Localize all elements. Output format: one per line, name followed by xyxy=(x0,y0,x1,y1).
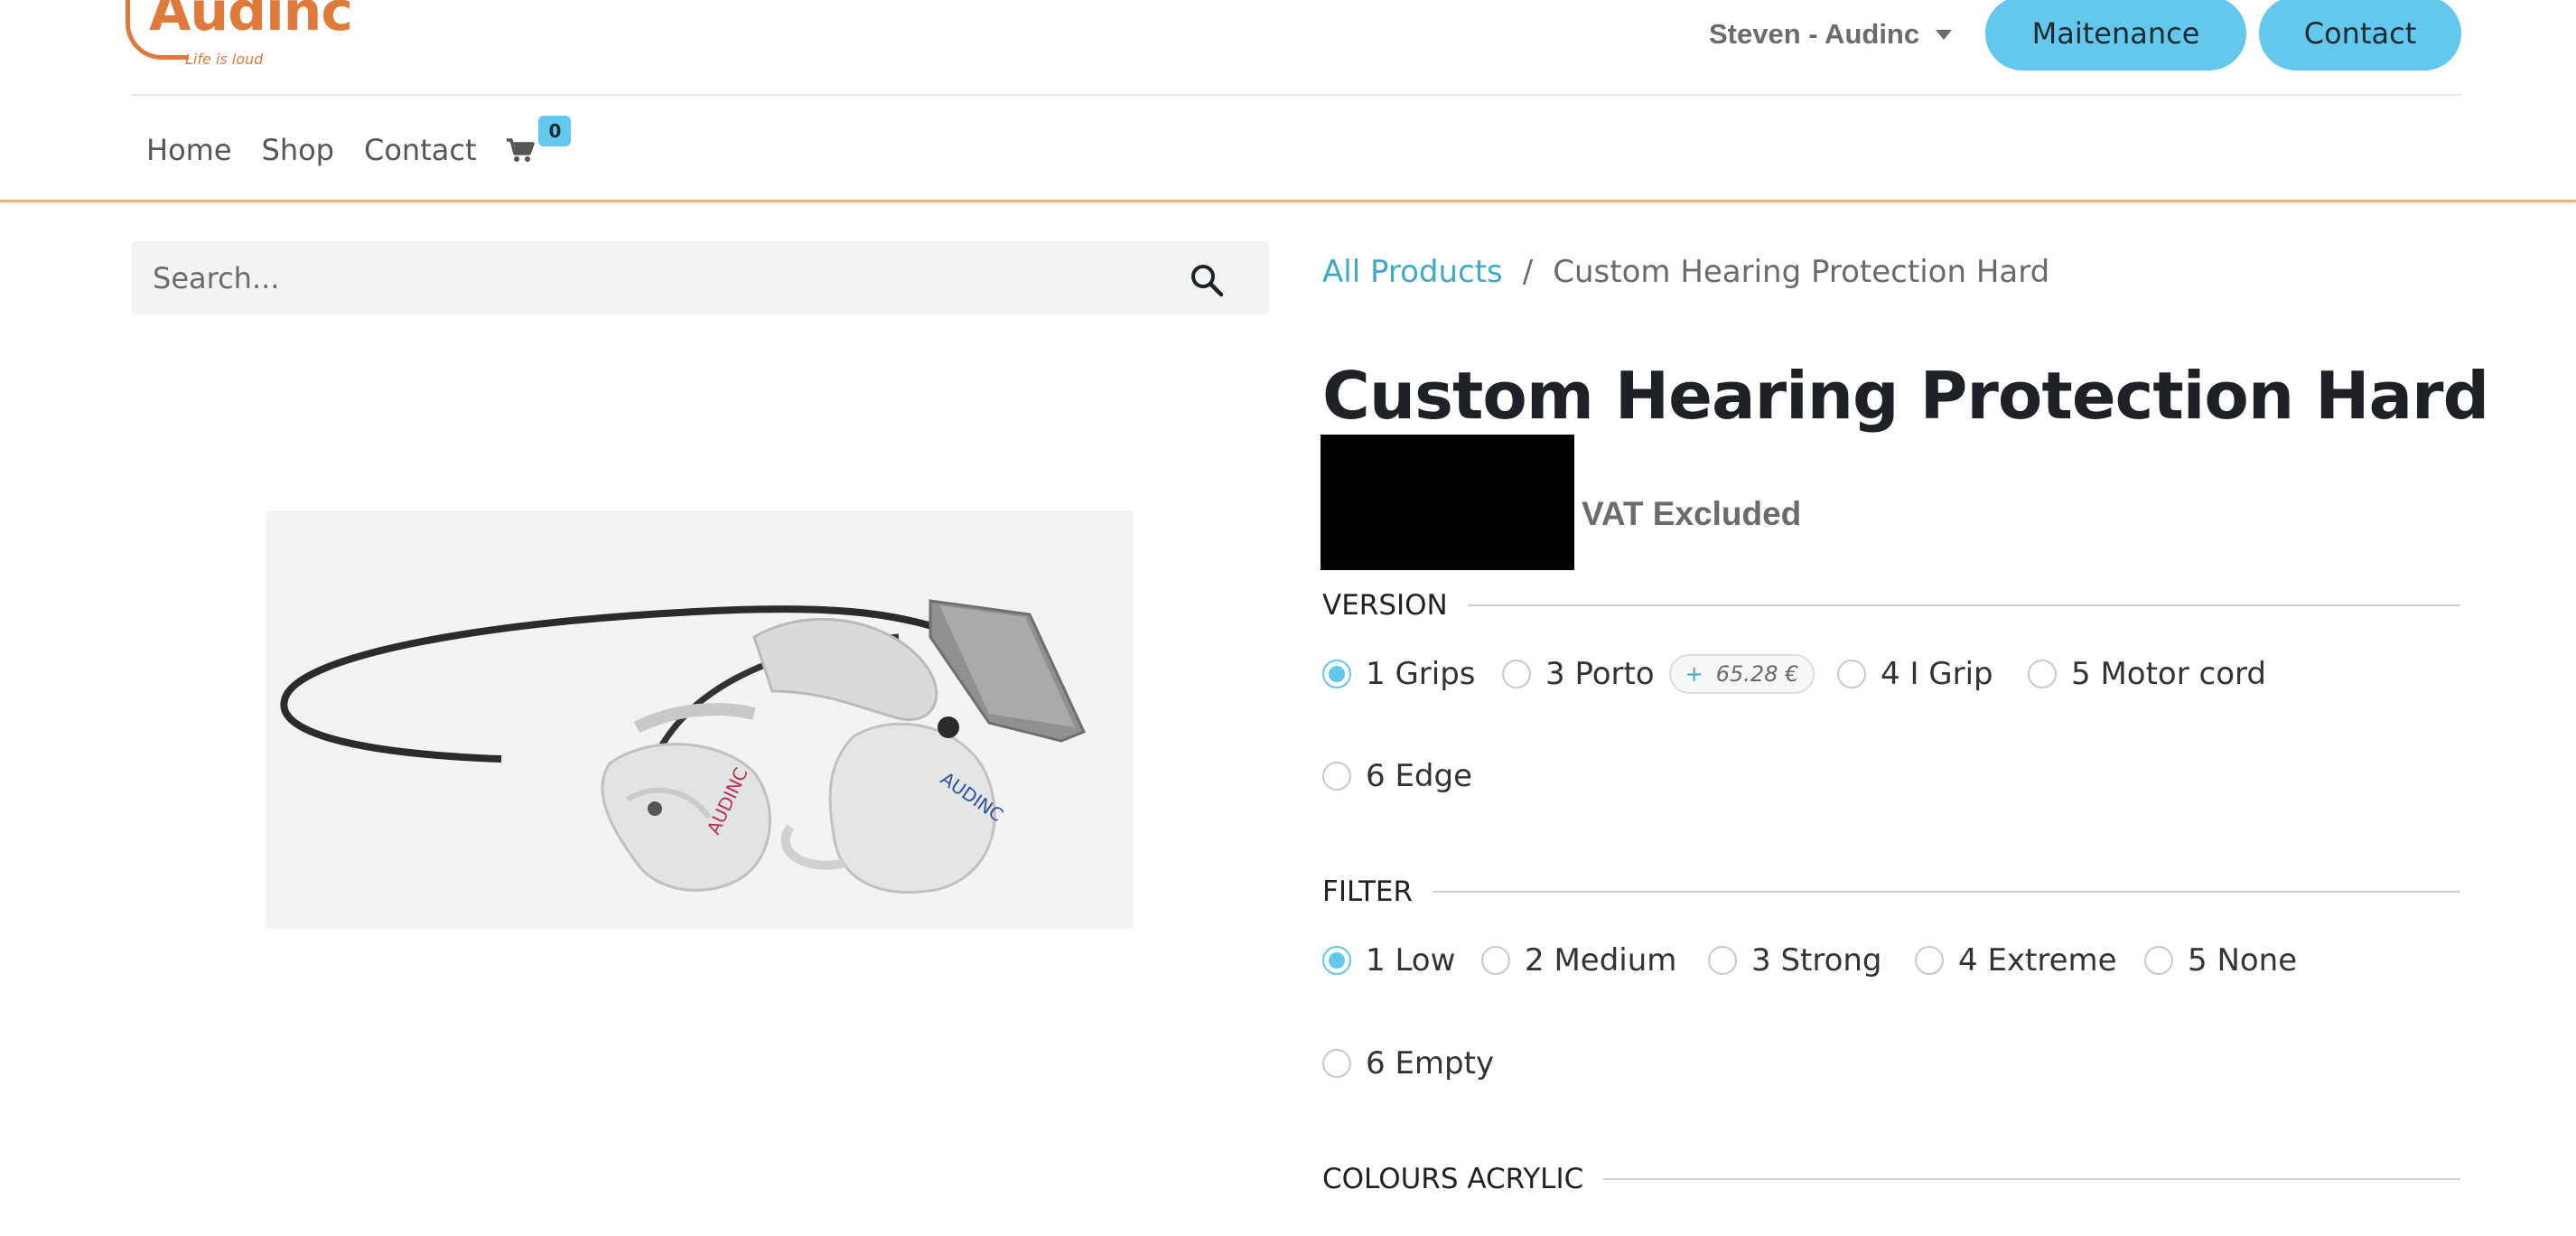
filter-option-4-extreme[interactable]: 4 Extreme xyxy=(1915,939,2117,982)
radio[interactable] xyxy=(1322,762,1351,791)
site-header: Audinc ® Life is loud Steven - Audinc Ma… xyxy=(0,0,2576,202)
radio[interactable] xyxy=(2028,660,2057,688)
option-label: 1 Grips xyxy=(1366,656,1476,692)
version-option-5-motor-cord[interactable]: 5 Motor cord xyxy=(2028,652,2266,696)
breadcrumb: All Products / Custom Hearing Protection… xyxy=(1322,254,2049,290)
version-option-6-edge[interactable]: 6 Edge xyxy=(1322,754,1472,798)
filter-option-2-medium[interactable]: 2 Medium xyxy=(1481,939,1676,982)
user-name: Steven - Audinc xyxy=(1709,18,1920,50)
option-label: 2 Medium xyxy=(1525,942,1677,978)
divider xyxy=(1603,1178,2460,1180)
search-icon[interactable] xyxy=(1189,262,1225,298)
option-label: 5 Motor cord xyxy=(2071,656,2266,692)
radio[interactable] xyxy=(1322,1049,1351,1078)
radio[interactable] xyxy=(1915,946,1944,975)
option-label: 6 Edge xyxy=(1366,758,1473,794)
search-input[interactable] xyxy=(153,252,1146,304)
divider xyxy=(1467,604,2460,606)
product-search xyxy=(131,241,1269,314)
radio[interactable] xyxy=(1708,946,1737,975)
maintenance-button[interactable]: Maitenance xyxy=(1985,0,2246,70)
product-title: Custom Hearing Protection Hard xyxy=(1322,358,2489,434)
filter-option-1-low[interactable]: 1 Low xyxy=(1322,939,1455,982)
option-label: 5 None xyxy=(2188,942,2298,978)
shopping-cart-icon xyxy=(507,138,536,162)
logo-tagline: Life is loud xyxy=(185,51,264,68)
divider xyxy=(1433,891,2460,893)
radio-selected[interactable] xyxy=(1322,946,1351,975)
cart-link[interactable]: 0 xyxy=(506,116,572,163)
product-image[interactable]: AUDINC AUDINC xyxy=(266,510,1134,929)
version-section-header: VERSION xyxy=(1322,587,2460,623)
nav-shop[interactable]: Shop xyxy=(262,133,334,167)
radio-selected[interactable] xyxy=(1322,660,1351,688)
option-label: 1 Low xyxy=(1366,942,1456,978)
version-option-3-porto[interactable]: 3 Porto + 65.28 € xyxy=(1502,652,1815,696)
radio[interactable] xyxy=(1481,946,1510,975)
filter-option-6-empty[interactable]: 6 Empty xyxy=(1322,1042,1494,1085)
earplug-illustration: AUDINC AUDINC xyxy=(266,510,1134,929)
extra-price-badge: + 65.28 € xyxy=(1668,654,1815,694)
nav-home[interactable]: Home xyxy=(146,133,232,167)
breadcrumb-current: Custom Hearing Protection Hard xyxy=(1553,254,2050,290)
option-label: 3 Strong xyxy=(1751,942,1882,978)
option-label: 3 Porto xyxy=(1545,656,1655,692)
main-nav: Home Shop Contact 0 xyxy=(146,116,572,175)
breadcrumb-separator: / xyxy=(1522,254,1534,290)
option-label: 6 Empty xyxy=(1366,1045,1495,1082)
price-redacted xyxy=(1321,435,1574,570)
filter-label: FILTER xyxy=(1322,876,1414,908)
breadcrumb-all-products[interactable]: All Products xyxy=(1322,254,1503,290)
version-option-4-i-grip[interactable]: 4 I Grip xyxy=(1837,652,1993,696)
colours-section-header: COLOURS ACRYLIC xyxy=(1322,1161,2460,1197)
brand-logo[interactable]: Audinc ® Life is loud xyxy=(126,0,353,80)
logo-registered-mark: ® xyxy=(331,0,344,2)
cart-count-badge: 0 xyxy=(538,116,572,146)
radio[interactable] xyxy=(2144,946,2173,975)
colours-label: COLOURS ACRYLIC xyxy=(1322,1163,1584,1195)
filter-section-header: FILTER xyxy=(1322,874,2460,910)
filter-option-3-strong[interactable]: 3 Strong xyxy=(1708,939,1882,982)
top-bar: Audinc ® Life is loud Steven - Audinc Ma… xyxy=(126,0,2461,96)
nav-contact[interactable]: Contact xyxy=(364,133,477,167)
option-label: 4 Extreme xyxy=(1958,942,2117,978)
filter-option-5-none[interactable]: 5 None xyxy=(2144,939,2297,982)
version-label: VERSION xyxy=(1322,589,1448,622)
option-label: 4 I Grip xyxy=(1881,656,1993,692)
radio[interactable] xyxy=(1502,660,1531,688)
contact-button[interactable]: Contact xyxy=(2259,0,2461,70)
caret-down-icon xyxy=(1936,29,1953,40)
user-menu-dropdown[interactable]: Steven - Audinc xyxy=(1709,9,1953,60)
extra-price-amount: 65.28 € xyxy=(1715,661,1799,687)
radio[interactable] xyxy=(1837,660,1866,688)
plus-sign: + xyxy=(1685,661,1703,687)
version-option-1-grips[interactable]: 1 Grips xyxy=(1322,652,1476,696)
logo-wordmark: Audinc xyxy=(149,0,353,43)
vat-note: VAT Excluded xyxy=(1582,495,1802,532)
